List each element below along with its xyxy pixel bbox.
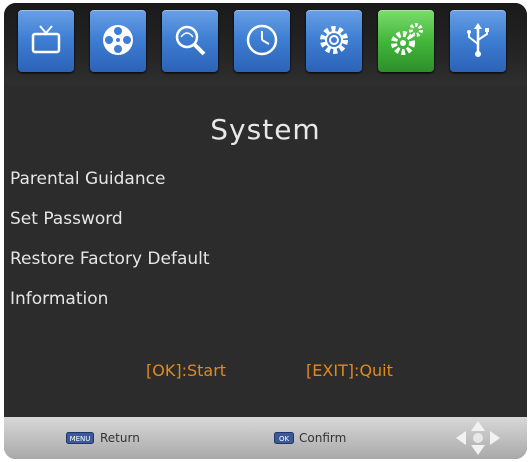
menu-item-parental-guidance[interactable]: Parental Guidance bbox=[10, 169, 165, 189]
tab-media[interactable] bbox=[90, 10, 146, 72]
ok-key-icon: OK bbox=[274, 432, 294, 444]
tab-system[interactable] bbox=[378, 10, 434, 72]
tv-screen: System Parental Guidance Set Password Re… bbox=[4, 3, 527, 459]
return-label: Return bbox=[100, 431, 140, 445]
system-menu-panel: System Parental Guidance Set Password Re… bbox=[4, 85, 527, 417]
system-gears-icon bbox=[391, 23, 423, 55]
settings-gear-icon bbox=[320, 26, 348, 54]
tab-settings[interactable] bbox=[306, 10, 362, 72]
tv-icon bbox=[31, 25, 61, 54]
tab-tv[interactable] bbox=[18, 10, 74, 72]
usb-icon bbox=[467, 23, 489, 57]
clock-icon bbox=[246, 24, 278, 56]
menu-tab-bar bbox=[4, 3, 527, 85]
confirm-label: Confirm bbox=[299, 431, 347, 445]
svg-text:OK: OK bbox=[279, 435, 290, 443]
film-reel-icon bbox=[103, 25, 133, 55]
page-title: System bbox=[210, 113, 321, 146]
exit-quit-hint: [EXIT]:Quit bbox=[306, 361, 393, 380]
satellite-search-icon bbox=[175, 25, 206, 56]
navigation-arrows-icon bbox=[456, 421, 500, 455]
tab-time[interactable] bbox=[234, 10, 290, 72]
menu-item-information[interactable]: Information bbox=[10, 289, 108, 309]
bottom-help-bar: MENU Return OK Confirm bbox=[4, 417, 527, 459]
tab-search[interactable] bbox=[162, 10, 218, 72]
menu-item-set-password[interactable]: Set Password bbox=[10, 209, 123, 229]
menu-item-restore-factory-default[interactable]: Restore Factory Default bbox=[10, 249, 210, 269]
ok-start-hint: [OK]:Start bbox=[146, 361, 227, 380]
tab-usb[interactable] bbox=[450, 10, 506, 72]
menu-key-icon: MENU bbox=[66, 432, 94, 444]
svg-text:MENU: MENU bbox=[70, 435, 91, 443]
